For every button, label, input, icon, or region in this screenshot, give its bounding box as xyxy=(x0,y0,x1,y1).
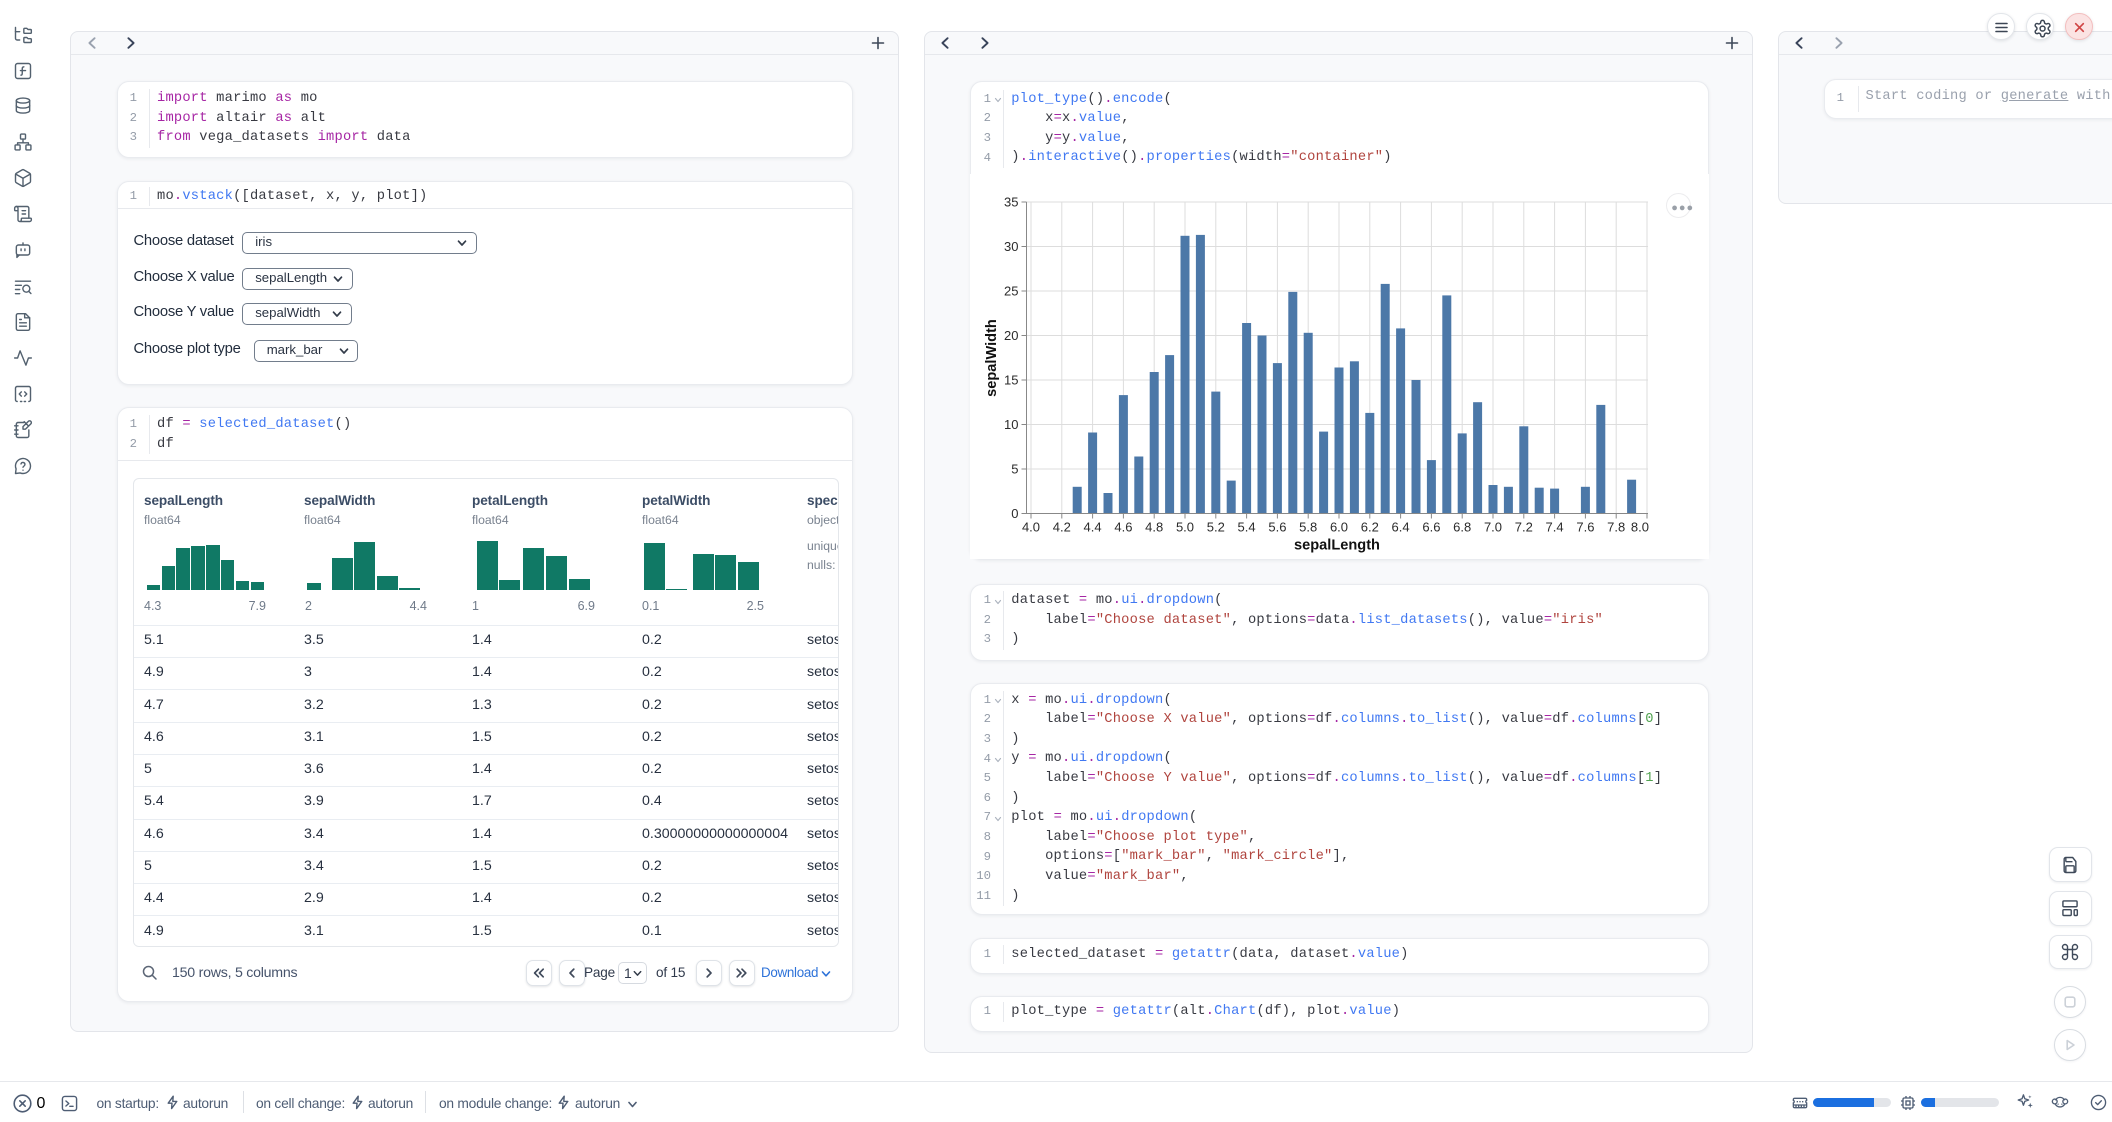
svg-text:6.0: 6.0 xyxy=(1330,520,1348,535)
svg-text:0: 0 xyxy=(1011,506,1018,521)
svg-text:6.2: 6.2 xyxy=(1361,520,1379,535)
svg-text:5.2: 5.2 xyxy=(1207,520,1225,535)
svg-text:8.0: 8.0 xyxy=(1631,520,1649,535)
svg-text:5.0: 5.0 xyxy=(1176,520,1194,535)
svg-text:6.6: 6.6 xyxy=(1422,520,1440,535)
svg-text:10: 10 xyxy=(1004,417,1018,432)
svg-text:5.8: 5.8 xyxy=(1299,520,1317,535)
svg-text:5: 5 xyxy=(1011,462,1018,477)
svg-text:15: 15 xyxy=(1004,373,1018,388)
svg-text:4.2: 4.2 xyxy=(1053,520,1071,535)
svg-text:sepalWidth: sepalWidth xyxy=(984,319,1000,397)
svg-text:35: 35 xyxy=(1004,195,1018,210)
svg-text:20: 20 xyxy=(1004,328,1018,343)
svg-text:7.4: 7.4 xyxy=(1546,520,1564,535)
svg-text:6.8: 6.8 xyxy=(1453,520,1471,535)
svg-text:7.8: 7.8 xyxy=(1607,520,1625,535)
svg-text:30: 30 xyxy=(1004,239,1018,254)
svg-text:7.6: 7.6 xyxy=(1576,520,1594,535)
svg-text:4.6: 4.6 xyxy=(1114,520,1132,535)
svg-text:4.8: 4.8 xyxy=(1145,520,1163,535)
svg-text:7.2: 7.2 xyxy=(1515,520,1533,535)
svg-text:4.4: 4.4 xyxy=(1084,520,1102,535)
svg-text:7.0: 7.0 xyxy=(1484,520,1502,535)
svg-text:25: 25 xyxy=(1004,284,1018,299)
svg-text:5.4: 5.4 xyxy=(1238,520,1256,535)
svg-text:4.0: 4.0 xyxy=(1022,520,1040,535)
svg-text:5.6: 5.6 xyxy=(1268,520,1286,535)
svg-text:sepalLength: sepalLength xyxy=(1294,538,1380,554)
svg-text:6.4: 6.4 xyxy=(1392,520,1410,535)
